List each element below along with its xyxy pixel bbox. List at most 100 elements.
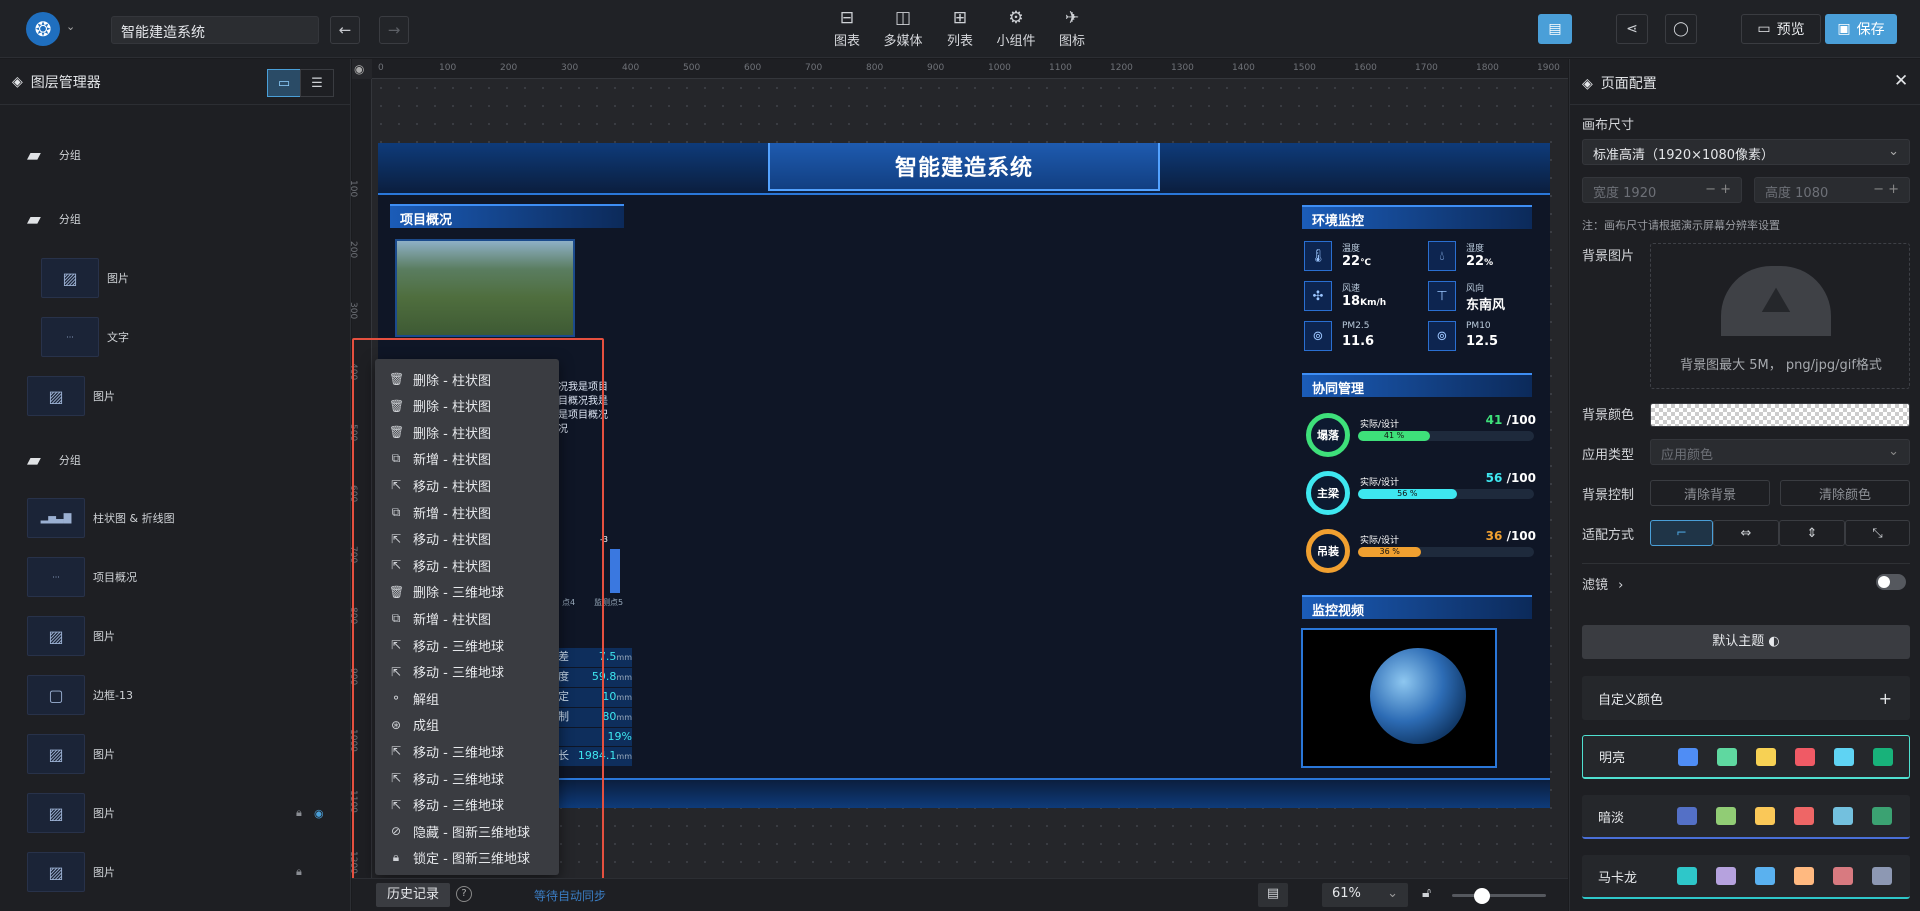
video-frame[interactable]	[1301, 628, 1497, 768]
history-button[interactable]: 历史记录	[376, 883, 450, 907]
layer-item[interactable]: ▨ 图片 🔒︎ ◉	[0, 789, 350, 837]
history-item[interactable]: ⇱ 移动 - 柱状图	[389, 554, 491, 576]
history-item-label: 新增 - 柱状图	[413, 612, 491, 628]
canvas-size-select[interactable]: 标准高清（1920×1080像素） ⌄	[1582, 139, 1910, 165]
bg-color-picker[interactable]	[1650, 403, 1910, 427]
history-item-label: 解组	[413, 692, 440, 708]
tool-widget[interactable]: ⚙ 小组件	[991, 8, 1041, 49]
layer-item[interactable]: ▨ 图片	[0, 730, 350, 778]
minimap-button[interactable]: ▤	[1258, 883, 1288, 907]
theme-option[interactable]: 暗淡	[1582, 795, 1910, 839]
default-theme-button[interactable]: 默认主题 ◐	[1582, 625, 1910, 659]
stepper-icon[interactable]: − +	[1873, 182, 1899, 197]
layers-toggle-button[interactable]: ▤	[1538, 14, 1572, 44]
filter-switch[interactable]	[1876, 574, 1906, 590]
color-swatch	[1794, 867, 1814, 885]
history-item[interactable]: ⚬ 解组	[389, 687, 439, 709]
theme-option[interactable]: 马卡龙	[1582, 855, 1910, 899]
history-item[interactable]: ⧉ 新增 - 柱状图	[389, 448, 491, 470]
history-item[interactable]: ⇱ 移动 - 三维地球	[389, 634, 504, 656]
save-button[interactable]: ▣ 保存	[1825, 14, 1897, 44]
move-icon: ⇱	[390, 664, 402, 679]
project-title-input[interactable]: 智能建造系统	[111, 16, 319, 44]
lock-icon: 🔒︎	[392, 850, 400, 865]
color-swatch	[1834, 747, 1854, 766]
stepper-icon[interactable]: − +	[1705, 182, 1731, 197]
history-item[interactable]: ⇱ 移动 - 三维地球	[389, 661, 504, 683]
list-view-toggle[interactable]: ☰	[300, 69, 334, 97]
user-button[interactable]: ◯	[1665, 14, 1697, 44]
layer-item[interactable]: ▰ 分组	[0, 195, 350, 243]
fit-width-button[interactable]: ⇔	[1713, 520, 1779, 546]
history-item[interactable]: ⇱ 移动 - 三维地球	[389, 767, 504, 789]
chevron-down-icon[interactable]: ⌄	[66, 20, 75, 33]
zoom-slider[interactable]	[1452, 888, 1546, 904]
lock-icon[interactable]: 🔓︎	[1422, 885, 1431, 901]
history-item[interactable]: ⊛ 成组	[389, 714, 439, 736]
help-icon[interactable]: ?	[456, 886, 472, 902]
custom-color-row[interactable]: 自定义颜色 +	[1582, 676, 1910, 720]
history-item[interactable]: ⧉ 新增 - 柱状图	[389, 607, 491, 629]
fit-original-button[interactable]: ⌐	[1650, 520, 1713, 546]
ruler-tick: 1000	[988, 63, 1011, 73]
layer-item[interactable]: ▨ 图片	[0, 612, 350, 660]
preview-button[interactable]: ▭ 预览	[1741, 14, 1821, 44]
zoom-select[interactable]: 61% ⌄	[1322, 883, 1408, 907]
ruler-tick: 100	[348, 180, 358, 198]
undo-button[interactable]: ←	[330, 16, 360, 44]
theme-option[interactable]: 明亮	[1582, 735, 1910, 779]
lock-icon[interactable]: 🔒︎	[296, 806, 302, 820]
history-item[interactable]: ⇱ 移动 - 柱状图	[389, 474, 491, 496]
layer-item[interactable]: ▰ 分组	[0, 131, 350, 179]
layer-item[interactable]: ··· 项目概况	[0, 553, 350, 601]
close-icon[interactable]: ✕	[1894, 71, 1908, 91]
height-input[interactable]: 高度 1080− +	[1754, 177, 1910, 203]
zoom-slider-handle[interactable]	[1474, 888, 1490, 904]
layer-item[interactable]: ▨ 图片	[0, 372, 350, 420]
layer-item[interactable]: ▨ 图片	[0, 254, 350, 302]
layer-item[interactable]: ▢ 边框-13	[0, 671, 350, 719]
history-item[interactable]: ⊘ 隐藏 - 图新三维地球	[389, 820, 530, 842]
width-input[interactable]: 宽度 1920− +	[1582, 177, 1742, 203]
layer-item[interactable]: ▰ 分组	[0, 436, 350, 484]
share-button[interactable]: ⋖	[1616, 14, 1648, 44]
eye-icon[interactable]: ◉	[354, 62, 364, 76]
app-logo[interactable]: ❂	[26, 12, 60, 46]
tool-icon[interactable]: ✈ 图标	[1047, 8, 1097, 49]
history-item[interactable]: 🗑︎ 删除 - 柱状图	[389, 421, 491, 443]
history-item[interactable]: 🔒︎ 锁定 - 图新三维地球	[389, 847, 530, 869]
filter-toggle-row[interactable]: 滤镜 ›	[1582, 574, 1623, 593]
tool-chart[interactable]: ⊟ 图表	[822, 8, 872, 49]
layer-item[interactable]: ··· 文字	[0, 313, 350, 361]
history-item[interactable]: ⇱ 移动 - 三维地球	[389, 794, 504, 816]
history-item[interactable]: ⇱ 移动 - 三维地球	[389, 740, 504, 762]
history-item[interactable]: 🗑︎ 删除 - 柱状图	[389, 368, 491, 390]
history-item[interactable]: 🗑︎ 删除 - 三维地球	[389, 581, 504, 603]
move-icon: ⇱	[390, 797, 402, 812]
coop-value: 41 /100	[1485, 413, 1536, 427]
clear-bg-button[interactable]: 清除背景	[1650, 480, 1770, 506]
progress-ring: 主梁	[1306, 471, 1350, 515]
app-type-select[interactable]: 应用颜色 ⌄	[1650, 439, 1910, 465]
layer-item[interactable]: ▂▅▃▇ 柱状图 & 折线图	[0, 494, 350, 542]
history-item[interactable]: ⧉ 新增 - 柱状图	[389, 501, 491, 523]
page-config-panel: ◈ 页面配置 ✕ 画布尺寸 标准高清（1920×1080像素） ⌄ 宽度 1920−…	[1569, 59, 1920, 911]
tool-media[interactable]: ◫ 多媒体	[878, 8, 928, 49]
lock-icon[interactable]: 🔒︎	[296, 865, 302, 879]
history-item[interactable]: ⇱ 移动 - 柱状图	[389, 528, 491, 550]
clear-color-button[interactable]: 清除颜色	[1780, 480, 1910, 506]
thumbnail-view-toggle[interactable]: ▭	[267, 69, 301, 97]
history-item-label: 删除 - 柱状图	[413, 373, 491, 389]
layers-panel: ◈ 图层管理器 ▭ ☰ ▰ 分组 ▰ 分组 ▨ 图片 ··· 文字 ▨ 图片 ▰ 分组 ▂▅…	[0, 59, 351, 911]
plus-icon[interactable]: +	[1879, 689, 1892, 708]
tool-list[interactable]: ⊞ 列表	[935, 8, 985, 49]
fit-fill-button[interactable]: ⤡	[1845, 520, 1910, 546]
layer-item[interactable]: ▨ 图片 🔒︎	[0, 848, 350, 896]
bg-image-upload[interactable]: ⛰ 背景图最大 5M， png/jpg/gif格式	[1650, 243, 1910, 389]
history-item[interactable]: 🗑︎ 删除 - 柱状图	[389, 395, 491, 417]
fit-height-button[interactable]: ⇕	[1779, 520, 1845, 546]
color-swatch	[1716, 807, 1736, 825]
bg-control-label: 背景控制	[1582, 488, 1635, 503]
redo-button[interactable]: →	[379, 16, 409, 44]
eye-off-icon[interactable]: ◉	[314, 807, 324, 820]
